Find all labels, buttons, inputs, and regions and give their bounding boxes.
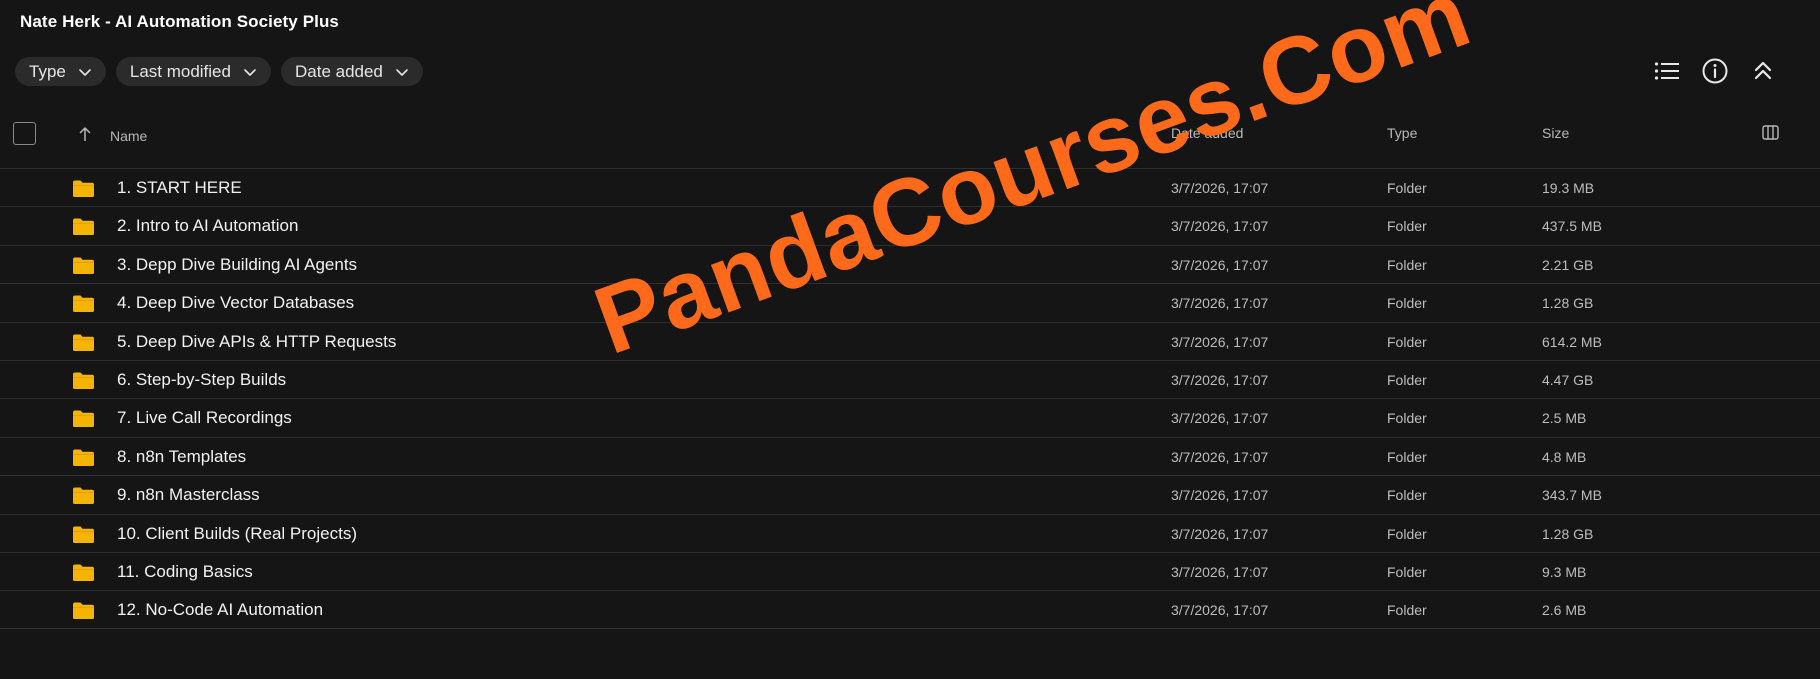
size-column-header[interactable]: Size bbox=[1542, 125, 1569, 141]
name-column-header[interactable]: Name bbox=[110, 128, 147, 144]
select-all-checkbox[interactable] bbox=[13, 122, 36, 145]
row-date-added: 3/7/2026, 17:07 bbox=[1171, 563, 1269, 580]
row-size: 437.5 MB bbox=[1542, 218, 1602, 235]
table-row[interactable]: 4. Deep Dive Vector Databases 3/7/2026, 1… bbox=[0, 283, 1820, 321]
table-row[interactable]: 7. Live Call Recordings 3/7/2026, 17:07 Fo… bbox=[0, 398, 1820, 436]
folder-icon bbox=[72, 371, 95, 390]
row-size: 343.7 MB bbox=[1542, 487, 1602, 504]
column-settings-icon[interactable] bbox=[1762, 125, 1780, 141]
row-date-added: 3/7/2026, 17:07 bbox=[1171, 410, 1269, 427]
row-size: 9.3 MB bbox=[1542, 563, 1587, 580]
row-type: Folder bbox=[1387, 602, 1427, 619]
row-date-added: 3/7/2026, 17:07 bbox=[1171, 333, 1269, 350]
row-size: 1.28 GB bbox=[1542, 525, 1594, 542]
table-row[interactable]: 9. n8n Masterclass 3/7/2026, 17:07 Folder 3… bbox=[0, 475, 1820, 513]
row-name: 1. START HERE bbox=[117, 178, 242, 197]
row-type: Folder bbox=[1387, 256, 1427, 273]
row-name: 4. Deep Dive Vector Databases bbox=[117, 293, 355, 313]
table-row[interactable]: 10. Client Builds (Real Projects) 3/7/202… bbox=[0, 513, 1820, 552]
table-row[interactable]: 3. Depp Dive Building AI Agents 3/7/2026,… bbox=[0, 244, 1820, 283]
date-added-column-header[interactable]: Date added bbox=[1171, 125, 1243, 141]
file-list: 1. START HERE 3/7/2026, 17:07 Folder 19.3 M… bbox=[0, 168, 1820, 629]
row-date-added: 3/7/2026, 17:07 bbox=[1171, 487, 1269, 504]
row-date-added: 3/7/2026, 17:07 bbox=[1171, 602, 1269, 619]
folder-icon bbox=[72, 448, 95, 467]
view-toolbar bbox=[0, 56, 1820, 86]
row-name: 7. Live Call Recordings bbox=[117, 408, 292, 428]
row-date-added: 3/7/2026, 17:07 bbox=[1171, 180, 1269, 196]
row-size: 614.2 MB bbox=[1542, 333, 1602, 350]
row-name: 8. n8n Templates bbox=[117, 446, 247, 466]
folder-icon bbox=[72, 409, 95, 428]
row-size: 2.5 MB bbox=[1542, 410, 1587, 427]
table-row[interactable]: 6. Step-by-Step Builds 3/7/2026, 17:07 Fol… bbox=[0, 359, 1820, 398]
row-name: 12. No-Code AI Automation bbox=[117, 600, 324, 620]
sort-ascending-icon[interactable] bbox=[78, 126, 92, 142]
row-name: 5. Deep Dive APIs & HTTP Requests bbox=[117, 331, 397, 351]
row-date-added: 3/7/2026, 17:07 bbox=[1171, 218, 1269, 235]
table-row[interactable]: 8. n8n Templates 3/7/2026, 17:07 Folder 4.8… bbox=[0, 436, 1820, 475]
row-type: Folder bbox=[1387, 410, 1427, 427]
table-row[interactable]: 1. START HERE 3/7/2026, 17:07 Folder 19.3 M… bbox=[0, 168, 1820, 206]
row-name: 10. Client Builds (Real Projects) bbox=[117, 523, 357, 543]
row-size: 2.6 MB bbox=[1542, 602, 1587, 619]
row-type: Folder bbox=[1387, 333, 1427, 350]
row-date-added: 3/7/2026, 17:07 bbox=[1171, 371, 1269, 388]
row-type: Folder bbox=[1387, 180, 1427, 196]
folder-icon bbox=[72, 563, 95, 582]
folder-icon bbox=[72, 217, 95, 236]
row-size: 4.47 GB bbox=[1542, 371, 1594, 388]
row-name: 9. n8n Masterclass bbox=[117, 485, 260, 505]
row-size: 1.28 GB bbox=[1542, 295, 1594, 312]
row-type: Folder bbox=[1387, 525, 1427, 542]
info-icon[interactable] bbox=[1700, 56, 1730, 86]
row-date-added: 3/7/2026, 17:07 bbox=[1171, 448, 1269, 465]
table-row[interactable]: 12. No-Code AI Automation 3/7/2026, 17:07… bbox=[0, 590, 1820, 629]
collapse-icon[interactable] bbox=[1748, 56, 1778, 86]
row-name: 2. Intro to AI Automation bbox=[117, 216, 299, 236]
row-name: 3. Depp Dive Building AI Agents bbox=[117, 254, 358, 274]
folder-icon bbox=[72, 486, 95, 505]
list-view-icon[interactable] bbox=[1652, 56, 1682, 86]
type-column-header[interactable]: Type bbox=[1387, 125, 1417, 141]
row-size: 19.3 MB bbox=[1542, 180, 1595, 196]
row-date-added: 3/7/2026, 17:07 bbox=[1171, 525, 1269, 542]
table-row[interactable]: 5. Deep Dive APIs & HTTP Requests 3/7/202… bbox=[0, 321, 1820, 360]
row-type: Folder bbox=[1387, 487, 1427, 504]
folder-icon bbox=[72, 294, 95, 313]
row-name: 6. Step-by-Step Builds bbox=[117, 369, 287, 389]
table-row[interactable]: 2. Intro to AI Automation 3/7/2026, 17:07… bbox=[0, 206, 1820, 244]
table-row[interactable]: 11. Coding Basics 3/7/2026, 17:07 Folder 9.… bbox=[0, 551, 1820, 590]
row-size: 4.8 MB bbox=[1542, 448, 1587, 465]
page-title: Nate Herk - AI Automation Society Plus bbox=[20, 12, 339, 31]
row-type: Folder bbox=[1387, 563, 1427, 580]
row-size: 2.21 GB bbox=[1542, 256, 1594, 273]
folder-icon bbox=[72, 179, 95, 198]
row-type: Folder bbox=[1387, 448, 1427, 465]
row-date-added: 3/7/2026, 17:07 bbox=[1171, 256, 1269, 273]
row-name: 11. Coding Basics bbox=[117, 561, 253, 581]
folder-icon bbox=[72, 601, 95, 620]
table-header: Name Date added Type Size bbox=[0, 115, 1820, 169]
row-type: Folder bbox=[1387, 371, 1427, 388]
folder-icon bbox=[72, 256, 95, 275]
folder-icon bbox=[72, 525, 95, 544]
row-type: Folder bbox=[1387, 295, 1427, 312]
row-type: Folder bbox=[1387, 218, 1427, 235]
folder-icon bbox=[72, 333, 95, 352]
row-date-added: 3/7/2026, 17:07 bbox=[1171, 295, 1269, 312]
